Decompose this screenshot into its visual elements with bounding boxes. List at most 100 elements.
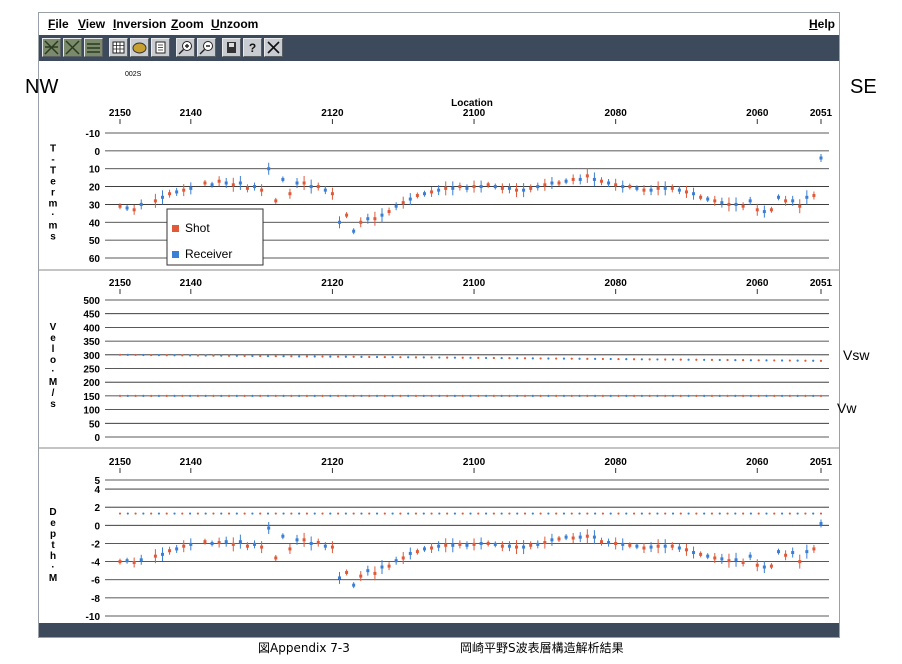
x-tick-label: 2100: [463, 278, 486, 289]
series-point-vsw: [266, 354, 270, 358]
series-point-surface: [368, 512, 371, 515]
series-marker-shot: [656, 186, 660, 190]
series-marker-shot: [444, 186, 448, 190]
series-marker-shot: [203, 540, 207, 544]
y-axis-label-char: m: [49, 221, 58, 232]
series-marker-shot: [217, 179, 221, 183]
series-marker-receiver: [295, 538, 299, 542]
x-tick-label: 2051: [810, 108, 833, 119]
series-marker-receiver: [394, 559, 398, 563]
series-point-vsw: [788, 359, 791, 362]
series-marker-shot: [182, 544, 186, 548]
series-point-vw: [173, 394, 176, 397]
series-marker-receiver: [592, 535, 596, 539]
series-marker-shot: [642, 188, 646, 192]
series-point-surface: [547, 512, 550, 515]
help-icon[interactable]: ?: [243, 38, 262, 57]
legend-receiver-swatch: [172, 251, 179, 258]
series-marker-receiver: [125, 559, 129, 563]
series-point-surface: [819, 512, 823, 515]
table-icon[interactable]: [109, 38, 128, 57]
series-point-vsw: [461, 356, 464, 359]
series-marker-shot: [585, 534, 589, 538]
layers-icon-3[interactable]: [84, 38, 103, 57]
dataset-icon[interactable]: [130, 38, 149, 57]
series-marker-shot: [769, 208, 773, 212]
series-point-vsw: [414, 356, 418, 359]
series-point-vsw: [430, 356, 433, 359]
y-axis-label-char: ·: [51, 562, 54, 573]
page-icon[interactable]: [151, 38, 170, 57]
layers-icon-2[interactable]: [63, 38, 82, 57]
layers-icon-1[interactable]: [42, 38, 61, 57]
toolbar: ?: [39, 35, 839, 61]
series-point-vw: [399, 394, 402, 397]
series-point-surface: [336, 512, 340, 515]
series-point-vsw: [469, 356, 472, 359]
series-marker-receiver: [791, 199, 795, 203]
series-point-vw: [329, 394, 332, 397]
series-point-vw: [181, 394, 184, 397]
series-marker-receiver: [805, 550, 809, 554]
series-marker-receiver: [734, 558, 738, 562]
y-axis-label-char: M: [49, 377, 57, 388]
menu-inversion[interactable]: Inversion: [113, 17, 166, 31]
save-icon[interactable]: [222, 38, 241, 57]
series-point-surface: [718, 512, 721, 515]
series-marker-shot: [500, 544, 504, 548]
series-point-surface: [531, 512, 534, 515]
series-point-vw: [594, 394, 597, 397]
series-point-surface: [243, 512, 246, 515]
series-marker-receiver: [621, 185, 625, 189]
series-point-vsw: [142, 353, 145, 357]
series-point-vsw: [484, 356, 488, 360]
y-tick-label: -8: [91, 594, 100, 605]
series-marker-shot: [557, 181, 561, 185]
x-tick-label: 2140: [180, 108, 203, 119]
series-point-vsw: [165, 354, 168, 357]
series-marker-receiver: [210, 183, 214, 187]
series-point-surface: [500, 512, 503, 515]
series-point-vsw: [282, 355, 285, 358]
series-marker-shot: [231, 183, 235, 187]
series-point-vsw: [305, 355, 309, 358]
menu-unzoom[interactable]: Unzoom: [211, 17, 258, 31]
series-marker-shot: [330, 545, 334, 549]
series-point-vsw: [780, 359, 784, 362]
series-point-vsw: [204, 354, 207, 357]
x-tick-label: 2051: [810, 457, 833, 468]
series-point-vw: [414, 394, 418, 397]
zoom-out-icon[interactable]: [197, 38, 216, 57]
series-marker-receiver: [139, 558, 143, 562]
series-marker-shot: [387, 210, 391, 214]
series-point-vw: [243, 394, 246, 397]
series-point-surface: [305, 512, 309, 515]
series-marker-receiver: [160, 195, 164, 199]
zoom-in-icon[interactable]: [176, 38, 195, 57]
series-point-vsw: [336, 355, 340, 358]
menu-zoom[interactable]: Zoom: [171, 17, 204, 31]
series-point-vsw: [531, 357, 534, 360]
y-tick-label: 50: [89, 419, 101, 430]
close-icon[interactable]: [264, 38, 283, 57]
series-point-surface: [703, 512, 706, 515]
series-marker-shot: [642, 546, 646, 550]
series-marker-shot: [599, 179, 603, 183]
y-axis-label-char: M: [49, 573, 57, 584]
series-marker-shot: [302, 181, 306, 185]
series-marker-receiver: [281, 177, 285, 181]
menu-file[interactable]: File: [48, 17, 69, 31]
series-marker-receiver: [635, 186, 639, 190]
series-point-vsw: [352, 355, 355, 358]
series-marker-receiver: [175, 190, 179, 194]
series-point-vw: [251, 394, 254, 397]
y-tick-label: -10: [86, 612, 101, 623]
y-axis-label-char: t: [51, 540, 55, 551]
series-point-vw: [500, 394, 503, 397]
series-point-surface: [344, 512, 347, 515]
series-point-surface: [422, 512, 425, 515]
series-point-vw: [298, 394, 301, 397]
series-point-surface: [204, 512, 207, 515]
menu-help[interactable]: Help: [809, 17, 835, 31]
menu-view[interactable]: View: [78, 17, 105, 31]
